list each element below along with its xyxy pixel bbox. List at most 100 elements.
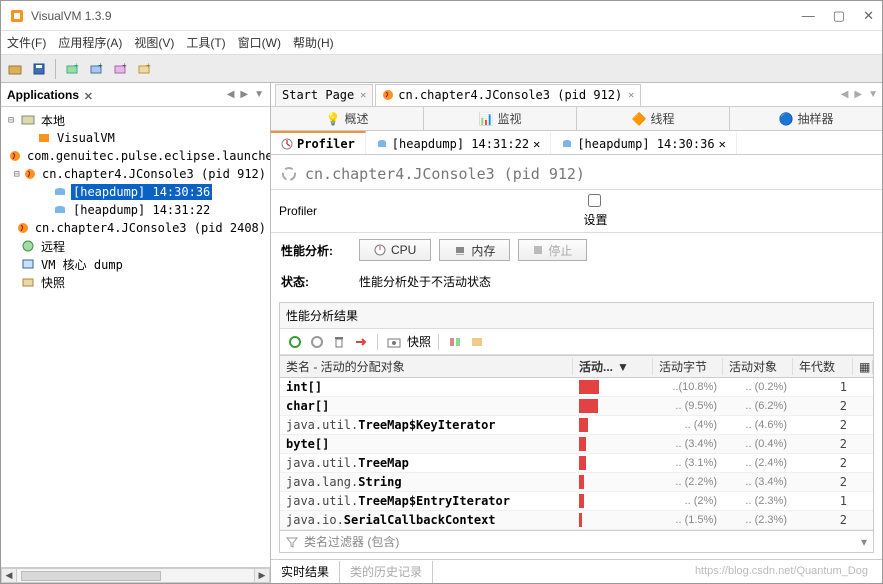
- tab-class-history[interactable]: 类的历史记录: [340, 561, 433, 583]
- tree-node[interactable]: cn.chapter4.JConsole3 (pid 2408): [3, 219, 268, 237]
- main-toolbar: + + + +: [1, 55, 882, 83]
- editor-nav-right-icon[interactable]: ▶: [854, 89, 862, 100]
- tab-overview[interactable]: 💡概述: [271, 107, 424, 130]
- scroll-left-icon[interactable]: ◀: [1, 568, 17, 583]
- subtab-heapdump-1[interactable]: [heapdump] 14:31:22 ✕: [366, 131, 552, 154]
- menu-applications[interactable]: 应用程序(A): [58, 34, 122, 51]
- tree-node[interactable]: ⊟ 本地: [3, 111, 268, 129]
- profiler-subtabs: Profiler [heapdump] 14:31:22 ✕ [heapdump…: [271, 131, 882, 155]
- minimize-button[interactable]: —: [802, 8, 815, 24]
- tab-sampler[interactable]: 🔵抽样器: [730, 107, 882, 130]
- add-snapshot-icon[interactable]: +: [110, 59, 130, 79]
- menu-tools[interactable]: 工具(T): [186, 34, 225, 51]
- add-coredump-icon[interactable]: +: [134, 59, 154, 79]
- editor-menu-icon[interactable]: ▼: [868, 89, 878, 100]
- table-row[interactable]: java.util.TreeMap.. (3.1%).. (2.4%)2: [280, 454, 873, 473]
- snapshot-icon[interactable]: [385, 333, 403, 351]
- toggle1-icon[interactable]: [446, 333, 464, 351]
- class-filter[interactable]: 类名过滤器 (包含) ▾: [280, 530, 873, 552]
- editor-nav-left-icon[interactable]: ◀: [841, 89, 849, 100]
- table-row[interactable]: java.io.SerialCallbackContext.. (1.5%)..…: [280, 511, 873, 530]
- settings-checkbox[interactable]: [588, 194, 601, 207]
- cpu-icon: [374, 244, 386, 256]
- menubar: 文件(F) 应用程序(A) 视图(V) 工具(T) 窗口(W) 帮助(H): [1, 31, 882, 55]
- tree-node[interactable]: [heapdump] 14:30:36: [3, 183, 268, 201]
- open-icon[interactable]: [5, 59, 25, 79]
- close-icon[interactable]: ✕: [533, 137, 540, 151]
- svg-text:+: +: [122, 62, 127, 70]
- tree-node[interactable]: 快照: [3, 273, 268, 291]
- monitor-icon: 📊: [479, 112, 494, 126]
- maximize-button[interactable]: ▢: [833, 8, 845, 24]
- col-livebytes[interactable]: 活动字节: [653, 358, 723, 375]
- menu-window[interactable]: 窗口(W): [238, 34, 281, 51]
- tree-twisty-icon[interactable]: ⊟: [5, 115, 17, 126]
- add-host-icon[interactable]: +: [62, 59, 82, 79]
- applications-tab[interactable]: Applications ✕: [7, 88, 97, 102]
- tree-twisty-icon[interactable]: ⊟: [14, 169, 20, 180]
- subtab-profiler[interactable]: Profiler: [271, 131, 366, 154]
- col-generations[interactable]: 年代数: [793, 358, 853, 375]
- tab-monitor[interactable]: 📊监视: [424, 107, 577, 130]
- java-icon: [16, 221, 30, 235]
- panel-nav-right-icon[interactable]: ▶: [240, 89, 248, 100]
- panel-nav-left-icon[interactable]: ◀: [227, 89, 235, 100]
- tree-node[interactable]: VM 核心 dump: [3, 255, 268, 273]
- tree-label: [heapdump] 14:30:36: [71, 184, 212, 200]
- memory-icon: [454, 244, 466, 256]
- status-label: 状态:: [281, 273, 351, 290]
- toggle2-icon[interactable]: [468, 333, 486, 351]
- tree-node[interactable]: 远程: [3, 237, 268, 255]
- close-tab-icon[interactable]: ✕: [628, 90, 634, 101]
- table-row[interactable]: char[].. (9.5%).. (6.2%)2: [280, 397, 873, 416]
- table-row[interactable]: int[]..(10.8%).. (0.2%)1: [280, 378, 873, 397]
- tab-jconsole3[interactable]: cn.chapter4.JConsole3 (pid 912) ✕: [375, 84, 641, 106]
- applications-tree[interactable]: ⊟ 本地VisualVMcom.genuitec.pulse.eclipse.la…: [1, 107, 270, 567]
- watermark: https://blog.csdn.net/Quantum_Dog: [695, 565, 868, 577]
- subtab-heapdump-2[interactable]: [heapdump] 14:30:36 ✕: [551, 131, 737, 154]
- svg-text:+: +: [146, 62, 151, 70]
- col-classname[interactable]: 类名 - 活动的分配对象: [280, 358, 573, 375]
- heap-icon: [52, 203, 68, 217]
- table-row[interactable]: java.lang.String.. (2.2%).. (3.4%)2: [280, 473, 873, 492]
- tab-start-page[interactable]: Start Page ✕: [275, 84, 373, 106]
- scroll-right-icon[interactable]: ▶: [254, 568, 270, 583]
- export-icon[interactable]: [352, 333, 370, 351]
- close-tab-icon[interactable]: ✕: [360, 90, 366, 101]
- svg-text:+: +: [98, 62, 103, 70]
- threads-icon: 🔶: [632, 112, 647, 126]
- tree-node[interactable]: com.genuitec.pulse.eclipse.launche: [3, 147, 268, 165]
- table-row[interactable]: java.util.TreeMap$KeyIterator.. (4%).. (…: [280, 416, 873, 435]
- cpu-button[interactable]: CPU: [359, 239, 431, 261]
- tree-node[interactable]: VisualVM: [3, 129, 268, 147]
- refresh-icon[interactable]: [286, 333, 304, 351]
- stop-button[interactable]: 停止: [518, 239, 587, 261]
- applications-panel: Applications ✕ ◀ ▶ ▼ ⊟ 本地VisualVMcom.genu…: [1, 83, 271, 583]
- tree-label: 本地: [39, 111, 67, 130]
- tab-threads[interactable]: 🔶线程: [577, 107, 730, 130]
- delete-icon[interactable]: [330, 333, 348, 351]
- col-live[interactable]: 活动... ▼: [573, 358, 653, 375]
- col-liveobjs[interactable]: 活动对象: [723, 358, 793, 375]
- tab-realtime-results[interactable]: 实时结果: [271, 561, 340, 583]
- col-config-icon[interactable]: ▦: [853, 360, 873, 374]
- table-row[interactable]: byte[].. (3.4%).. (0.4%)2: [280, 435, 873, 454]
- panel-menu-icon[interactable]: ▼: [254, 89, 264, 100]
- table-row[interactable]: java.util.TreeMap$EntryIterator.. (2%)..…: [280, 492, 873, 511]
- tree-node[interactable]: ⊟cn.chapter4.JConsole3 (pid 912): [3, 165, 268, 183]
- tree-hscrollbar[interactable]: ◀ ▶: [1, 567, 270, 583]
- close-icon[interactable]: ✕: [719, 137, 726, 151]
- menu-view[interactable]: 视图(V): [134, 34, 174, 51]
- menu-help[interactable]: 帮助(H): [293, 34, 334, 51]
- close-panel-icon[interactable]: ✕: [84, 90, 93, 103]
- tree-node[interactable]: [heapdump] 14:31:22: [3, 201, 268, 219]
- menu-file[interactable]: 文件(F): [7, 34, 46, 51]
- memory-button[interactable]: 内存: [439, 239, 510, 261]
- page-heading: cn.chapter4.JConsole3 (pid 912): [271, 155, 882, 189]
- save-icon[interactable]: [29, 59, 49, 79]
- add-jmx-icon[interactable]: +: [86, 59, 106, 79]
- tree-label: 远程: [39, 237, 67, 256]
- filter-dropdown-icon[interactable]: ▾: [861, 535, 867, 549]
- close-button[interactable]: ✕: [863, 8, 874, 24]
- autorefresh-icon[interactable]: [308, 333, 326, 351]
